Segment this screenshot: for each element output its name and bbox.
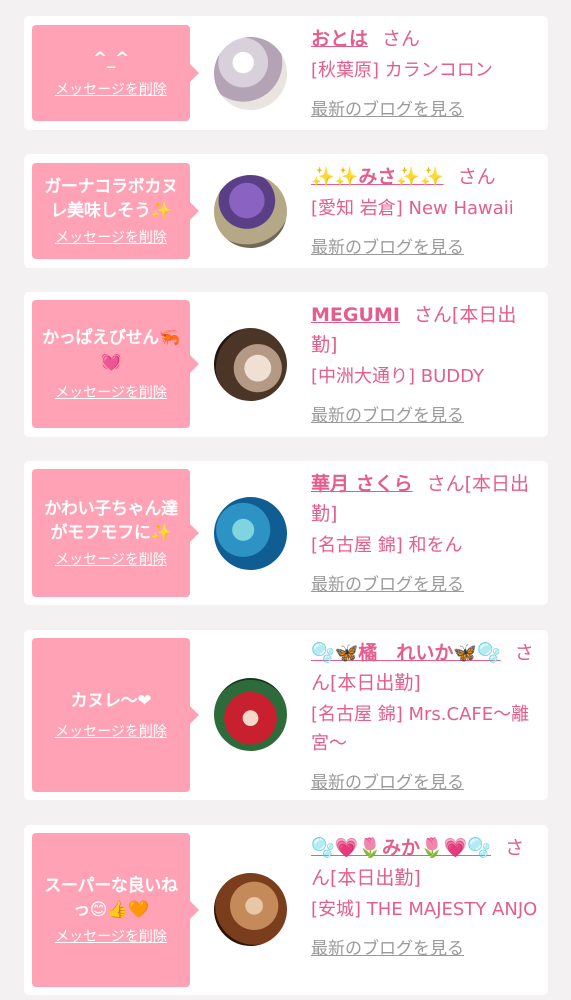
message-text: スーパーな良いねっ😊👍🧡 [44, 876, 178, 920]
name-line: 🫧🦋橘 れいか🦋🫧 さん[本日出勤] [311, 638, 538, 698]
blog-link[interactable]: 最新のブログを見る [311, 233, 464, 258]
profile-name-link[interactable]: 華月 さくら [311, 473, 413, 495]
attendance-status: [本日出勤] [330, 672, 421, 694]
avatar[interactable] [214, 175, 287, 248]
delete-message-link[interactable]: メッセージを削除 [55, 928, 167, 946]
blog-link[interactable]: 最新のブログを見る [311, 95, 464, 120]
blog-link[interactable]: 最新のブログを見る [311, 401, 464, 426]
message-text: かっぱえびせん🦐💓 [42, 328, 180, 372]
honorific: さん [413, 304, 452, 326]
message-bubble: かわい子ちゃん達がモフモフに✨ メッセージを削除 [32, 469, 199, 597]
honorific: さん [426, 473, 465, 495]
message-card: かわい子ちゃん達がモフモフに✨ メッセージを削除 華月 さくら さん[本日出勤] … [24, 461, 548, 605]
profile-info: 🫧💗🌷みか🌷💗🫧 さん[本日出勤] [安城] THE MAJESTY ANJO 最… [311, 833, 538, 959]
avatar[interactable] [214, 497, 287, 570]
profile-info: おとは さん [秋葉原] カランコロン 最新のブログを見る [311, 24, 538, 120]
honorific: さん [382, 28, 421, 50]
message-card: ガーナコラボカヌレ美味しそう✨ メッセージを削除 ✨✨みさ✨✨ さん [愛知 岩倉… [24, 154, 548, 268]
avatar[interactable] [214, 328, 287, 401]
avatar[interactable] [214, 678, 287, 751]
profile-name-link[interactable]: ✨✨みさ✨✨ [311, 166, 444, 188]
delete-message-link[interactable]: メッセージを削除 [55, 81, 167, 99]
profile-info: MEGUMI さん[本日出勤] [中洲大通り] BUDDY 最新のブログを見る [311, 300, 538, 426]
message-text: ガーナコラボカヌレ美味しそう✨ [44, 177, 178, 221]
name-line: MEGUMI さん[本日出勤] [311, 300, 538, 360]
profile-info: 華月 さくら さん[本日出勤] [名古屋 錦] 和をん 最新のブログを見る [311, 469, 538, 595]
delete-message-link[interactable]: メッセージを削除 [55, 551, 167, 569]
message-bubble: ^_^ メッセージを削除 [32, 25, 199, 121]
blog-link[interactable]: 最新のブログを見る [311, 768, 464, 793]
avatar[interactable] [214, 37, 287, 110]
profile-info: 🫧🦋橘 れいか🦋🫧 さん[本日出勤] [名古屋 錦] Mrs.CAFE〜離宮〜 最… [311, 638, 538, 793]
message-card: スーパーな良いねっ😊👍🧡 メッセージを削除 🫧💗🌷みか🌷💗🫧 さん[本日出勤] [… [24, 825, 548, 995]
shop-name: [名古屋 錦] Mrs.CAFE〜離宮〜 [311, 704, 530, 754]
blog-link[interactable]: 最新のブログを見る [311, 570, 464, 595]
name-line: おとは さん [311, 24, 538, 54]
name-line: ✨✨みさ✨✨ さん [311, 162, 538, 192]
shop-name: [愛知 岩倉] New Hawaii [311, 198, 514, 219]
shop-name: [名古屋 錦] 和をん [311, 535, 463, 556]
message-bubble: かっぱえびせん🦐💓 メッセージを削除 [32, 300, 199, 428]
profile-name-link[interactable]: 🫧🦋橘 れいか🦋🫧 [311, 642, 501, 664]
delete-message-link[interactable]: メッセージを削除 [55, 723, 167, 741]
profile-name-link[interactable]: MEGUMI [311, 304, 400, 326]
message-card: ^_^ メッセージを削除 おとは さん [秋葉原] カランコロン 最新のブログを見… [24, 16, 548, 130]
shop-name: [中洲大通り] BUDDY [311, 366, 485, 387]
avatar[interactable] [214, 873, 287, 946]
message-bubble: スーパーな良いねっ😊👍🧡 メッセージを削除 [32, 833, 199, 987]
attendance-status: [本日出勤] [330, 867, 421, 889]
profile-info: ✨✨みさ✨✨ さん [愛知 岩倉] New Hawaii 最新のブログを見る [311, 162, 538, 258]
delete-message-link[interactable]: メッセージを削除 [55, 229, 167, 247]
message-bubble: ガーナコラボカヌレ美味しそう✨ メッセージを削除 [32, 163, 199, 259]
message-text: カヌレ〜❤ [70, 691, 152, 711]
profile-name-link[interactable]: おとは [311, 28, 368, 50]
blog-link[interactable]: 最新のブログを見る [311, 934, 464, 959]
message-bubble: カヌレ〜❤ メッセージを削除 [32, 638, 199, 792]
name-line: 華月 さくら さん[本日出勤] [311, 469, 538, 529]
shop-name: [秋葉原] カランコロン [311, 60, 493, 81]
delete-message-link[interactable]: メッセージを削除 [55, 384, 167, 402]
message-card: かっぱえびせん🦐💓 メッセージを削除 MEGUMI さん[本日出勤] [中洲大通り… [24, 292, 548, 437]
message-text: かわい子ちゃん達がモフモフに✨ [44, 499, 178, 543]
name-line: 🫧💗🌷みか🌷💗🫧 さん[本日出勤] [311, 833, 538, 893]
message-card: カヌレ〜❤ メッセージを削除 🫧🦋橘 れいか🦋🫧 さん[本日出勤] [名古屋 錦]… [24, 630, 548, 800]
honorific: さん [457, 166, 496, 188]
shop-name: [安城] THE MAJESTY ANJO [311, 899, 538, 920]
message-text: ^_^ [92, 49, 130, 69]
profile-name-link[interactable]: 🫧💗🌷みか🌷💗🫧 [311, 837, 491, 859]
